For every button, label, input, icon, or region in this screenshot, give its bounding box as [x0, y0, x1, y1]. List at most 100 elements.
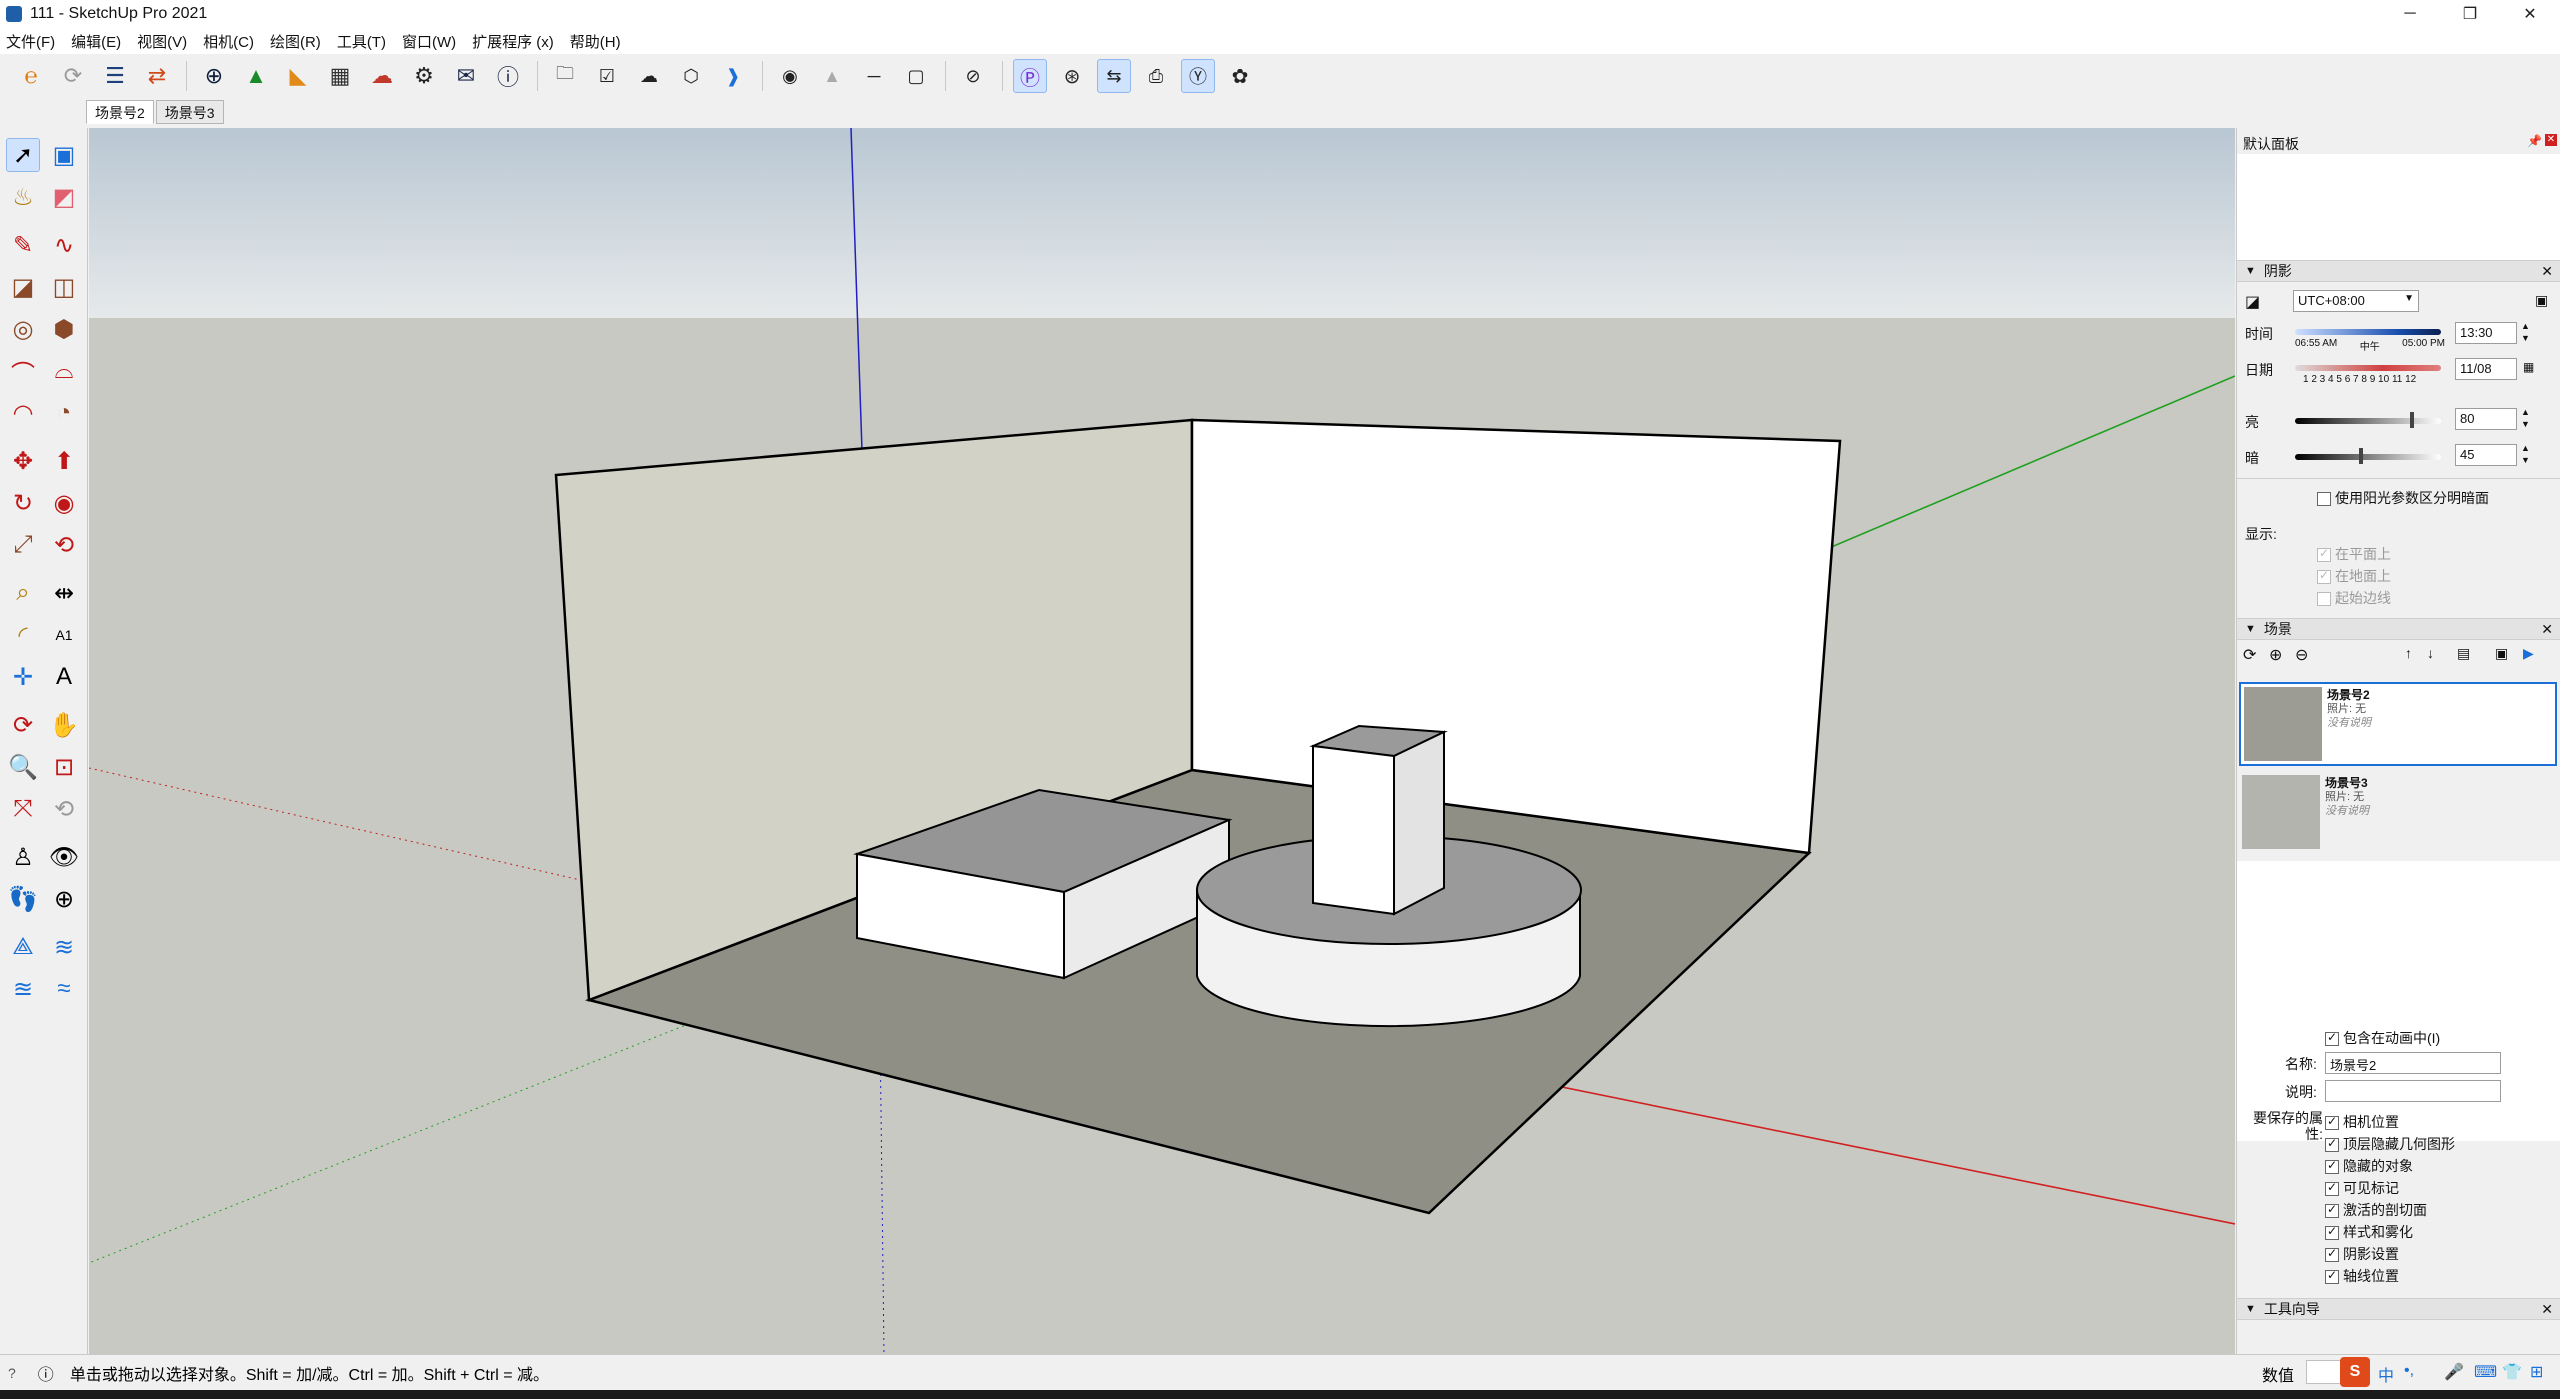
light-spinner-icon[interactable]: ▲ ▼ — [2521, 406, 2530, 430]
menu-draw[interactable]: 绘图(R) — [270, 31, 321, 52]
move-up-icon[interactable]: ↑ — [2405, 645, 2412, 661]
menu-camera[interactable]: 相机(C) — [203, 31, 254, 52]
offset-icon[interactable]: ⟲ — [47, 528, 81, 562]
orbit-icon[interactable]: ⊛ — [1055, 59, 1089, 93]
scene-list-item[interactable]: 场景号3 照片: 无 没有说明 — [2239, 772, 2557, 856]
3d-text-icon[interactable]: A — [47, 660, 81, 694]
include-animation-checkbox-box[interactable] — [2325, 1030, 2339, 1047]
stamp-icon[interactable]: ≈ — [47, 972, 81, 1006]
cone-icon[interactable]: ▲ — [815, 59, 849, 93]
rectangle-tool-icon[interactable]: ◪ — [6, 270, 40, 304]
time-slider[interactable] — [2295, 329, 2441, 335]
minimize-icon[interactable]: ─ — [2380, 0, 2440, 28]
line-icon[interactable]: ─ — [857, 59, 891, 93]
on-ground-checkbox[interactable]: 在地面上 — [2317, 566, 2391, 586]
panel-close-icon[interactable]: ✕ — [2541, 621, 2553, 638]
camera-icon[interactable]: ⎙ — [1139, 59, 1173, 93]
on-ground-checkbox-box[interactable] — [2317, 568, 2331, 585]
cloud-sync-icon[interactable]: ☁ — [632, 59, 666, 93]
panel-close-icon[interactable]: ✕ — [2541, 1301, 2553, 1318]
prop-axes-checkbox[interactable]: 轴线位置 — [2325, 1266, 2399, 1286]
prop-hidden-geometry-checkbox[interactable]: 顶层隐藏几何图形 — [2325, 1134, 2455, 1154]
toolbox-grid-icon[interactable]: ⊞ — [2530, 1362, 2543, 1382]
checker-icon[interactable]: ▦ — [323, 59, 357, 93]
microphone-icon[interactable]: 🎤 — [2444, 1362, 2464, 1382]
skin-shirt-icon[interactable]: 👕 — [2502, 1362, 2522, 1382]
materials-icon[interactable]: ◣ — [281, 59, 315, 93]
move-down-icon[interactable]: ↓ — [2427, 645, 2434, 661]
panel-close-icon[interactable]: ✕ — [2541, 263, 2553, 280]
camera-swap-icon[interactable]: ⇆ — [1097, 59, 1131, 93]
remove-scene-icon[interactable]: ⊖ — [2295, 645, 2308, 665]
extension-e-icon[interactable]: ℮ — [14, 59, 48, 93]
move-icon[interactable]: ✥ — [6, 444, 40, 478]
prop-hidden-geometry-checkbox-box[interactable] — [2325, 1136, 2339, 1153]
prop-axes-checkbox-box[interactable] — [2325, 1268, 2339, 1285]
light-slider[interactable] — [2295, 418, 2441, 424]
prop-shadow-settings-checkbox[interactable]: 阴影设置 — [2325, 1244, 2399, 1264]
scale-icon[interactable]: ⤢ — [6, 528, 40, 562]
menu-window[interactable]: 窗口(W) — [402, 31, 456, 52]
menu-file[interactable]: 文件(F) — [6, 31, 55, 52]
shadow-settings-icon[interactable]: ▣ — [2535, 292, 2548, 309]
pin-icon[interactable]: 📌 — [2527, 134, 2542, 148]
on-faces-checkbox-box[interactable] — [2317, 546, 2331, 563]
position-camera-icon[interactable]: ♙ — [6, 840, 40, 874]
profile-p-icon[interactable]: Ⓟ — [1013, 59, 1047, 93]
dark-spinner-icon[interactable]: ▲ ▼ — [2521, 442, 2530, 466]
timezone-select[interactable]: UTC+08:00 ▼ — [2293, 290, 2419, 312]
help-icon[interactable]: ? — [8, 1365, 16, 1381]
prop-section-planes-checkbox[interactable]: 激活的剖切面 — [2325, 1200, 2427, 1220]
model-viewport[interactable] — [89, 128, 2235, 1354]
time-spinner-icon[interactable]: ▲ ▼ — [2521, 320, 2530, 344]
refresh-icon[interactable]: ⟳ — [56, 59, 90, 93]
on-faces-checkbox[interactable]: 在平面上 — [2317, 544, 2391, 564]
menu-view[interactable]: 视图(V) — [137, 31, 187, 52]
mail-icon[interactable]: ✉ — [449, 59, 483, 93]
from-edges-checkbox[interactable]: 起始边线 — [2317, 588, 2391, 608]
sandbox-contours-icon[interactable]: ⟁ — [6, 930, 40, 964]
light-slider-thumb[interactable] — [2409, 412, 2414, 428]
instructor-panel-header[interactable]: ▼ 工具向导 ✕ — [2237, 1298, 2560, 1320]
view-options-icon[interactable]: ▤ — [2457, 645, 2470, 662]
scene-name-input[interactable]: 场景号2 — [2325, 1052, 2501, 1074]
freehand-icon[interactable]: ∿ — [47, 228, 81, 262]
rectangle-icon[interactable]: ▢ — [899, 59, 933, 93]
cloud-upload-icon[interactable]: ☁ — [365, 59, 399, 93]
settings-gear-icon[interactable]: ⚙ — [407, 59, 441, 93]
zoom-extents-icon[interactable]: ⤧ — [6, 792, 40, 826]
point-icon[interactable]: ◉ — [773, 59, 807, 93]
walk-footprints-icon[interactable]: 👣 — [6, 882, 40, 916]
dimension-icon[interactable]: ⇹ — [47, 576, 81, 610]
prop-hidden-objects-checkbox[interactable]: 隐藏的对象 — [2325, 1156, 2413, 1176]
axes-icon[interactable]: ✛ — [6, 660, 40, 694]
prop-visible-tags-checkbox[interactable]: 可见标记 — [2325, 1178, 2399, 1198]
look-around-eye-icon[interactable]: 👁 — [47, 840, 81, 874]
prop-style-fog-checkbox-box[interactable] — [2325, 1224, 2339, 1241]
text-tool-icon[interactable]: A1 — [47, 618, 81, 652]
flower-settings-icon[interactable]: ✿ — [1223, 59, 1257, 93]
shuffle-icon[interactable]: ⇄ — [140, 59, 174, 93]
date-slider[interactable] — [2295, 365, 2441, 371]
from-edges-checkbox-box[interactable] — [2317, 592, 2331, 607]
update-scene-icon[interactable]: ⟳ — [2243, 645, 2256, 665]
use-sun-checkbox-box[interactable] — [2317, 492, 2331, 507]
eraser-icon[interactable]: ◩ — [47, 180, 81, 214]
scene-list-item[interactable]: 场景号2 照片: 无 没有说明 — [2239, 682, 2557, 766]
y-axis-icon[interactable]: Ⓨ — [1181, 59, 1215, 93]
calendar-icon[interactable]: ▦ — [2523, 360, 2534, 374]
paint-bucket-icon[interactable]: ♨ — [6, 180, 40, 214]
pencil-line-icon[interactable]: ✎ — [6, 228, 40, 262]
use-sun-checkbox[interactable]: 使用阳光参数区分明暗面 — [2317, 488, 2489, 508]
previous-view-icon[interactable]: ⟲ — [47, 792, 81, 826]
warehouse-icon[interactable]: ⬡ — [674, 59, 708, 93]
dark-input[interactable]: 45 — [2455, 444, 2517, 466]
open-folder-icon[interactable]: 🗀 — [548, 59, 582, 93]
pie-tool-icon[interactable]: ◔ — [47, 396, 81, 430]
extension-warehouse-icon[interactable]: ❱ — [716, 59, 750, 93]
prop-shadow-settings-checkbox-box[interactable] — [2325, 1246, 2339, 1263]
push-pull-icon[interactable]: ⬆ — [47, 444, 81, 478]
layers-tool-icon[interactable]: ☰ — [98, 59, 132, 93]
add-scene-icon[interactable]: ⊕ — [2269, 645, 2282, 665]
arc-tool-icon[interactable]: ⌒ — [6, 354, 40, 388]
